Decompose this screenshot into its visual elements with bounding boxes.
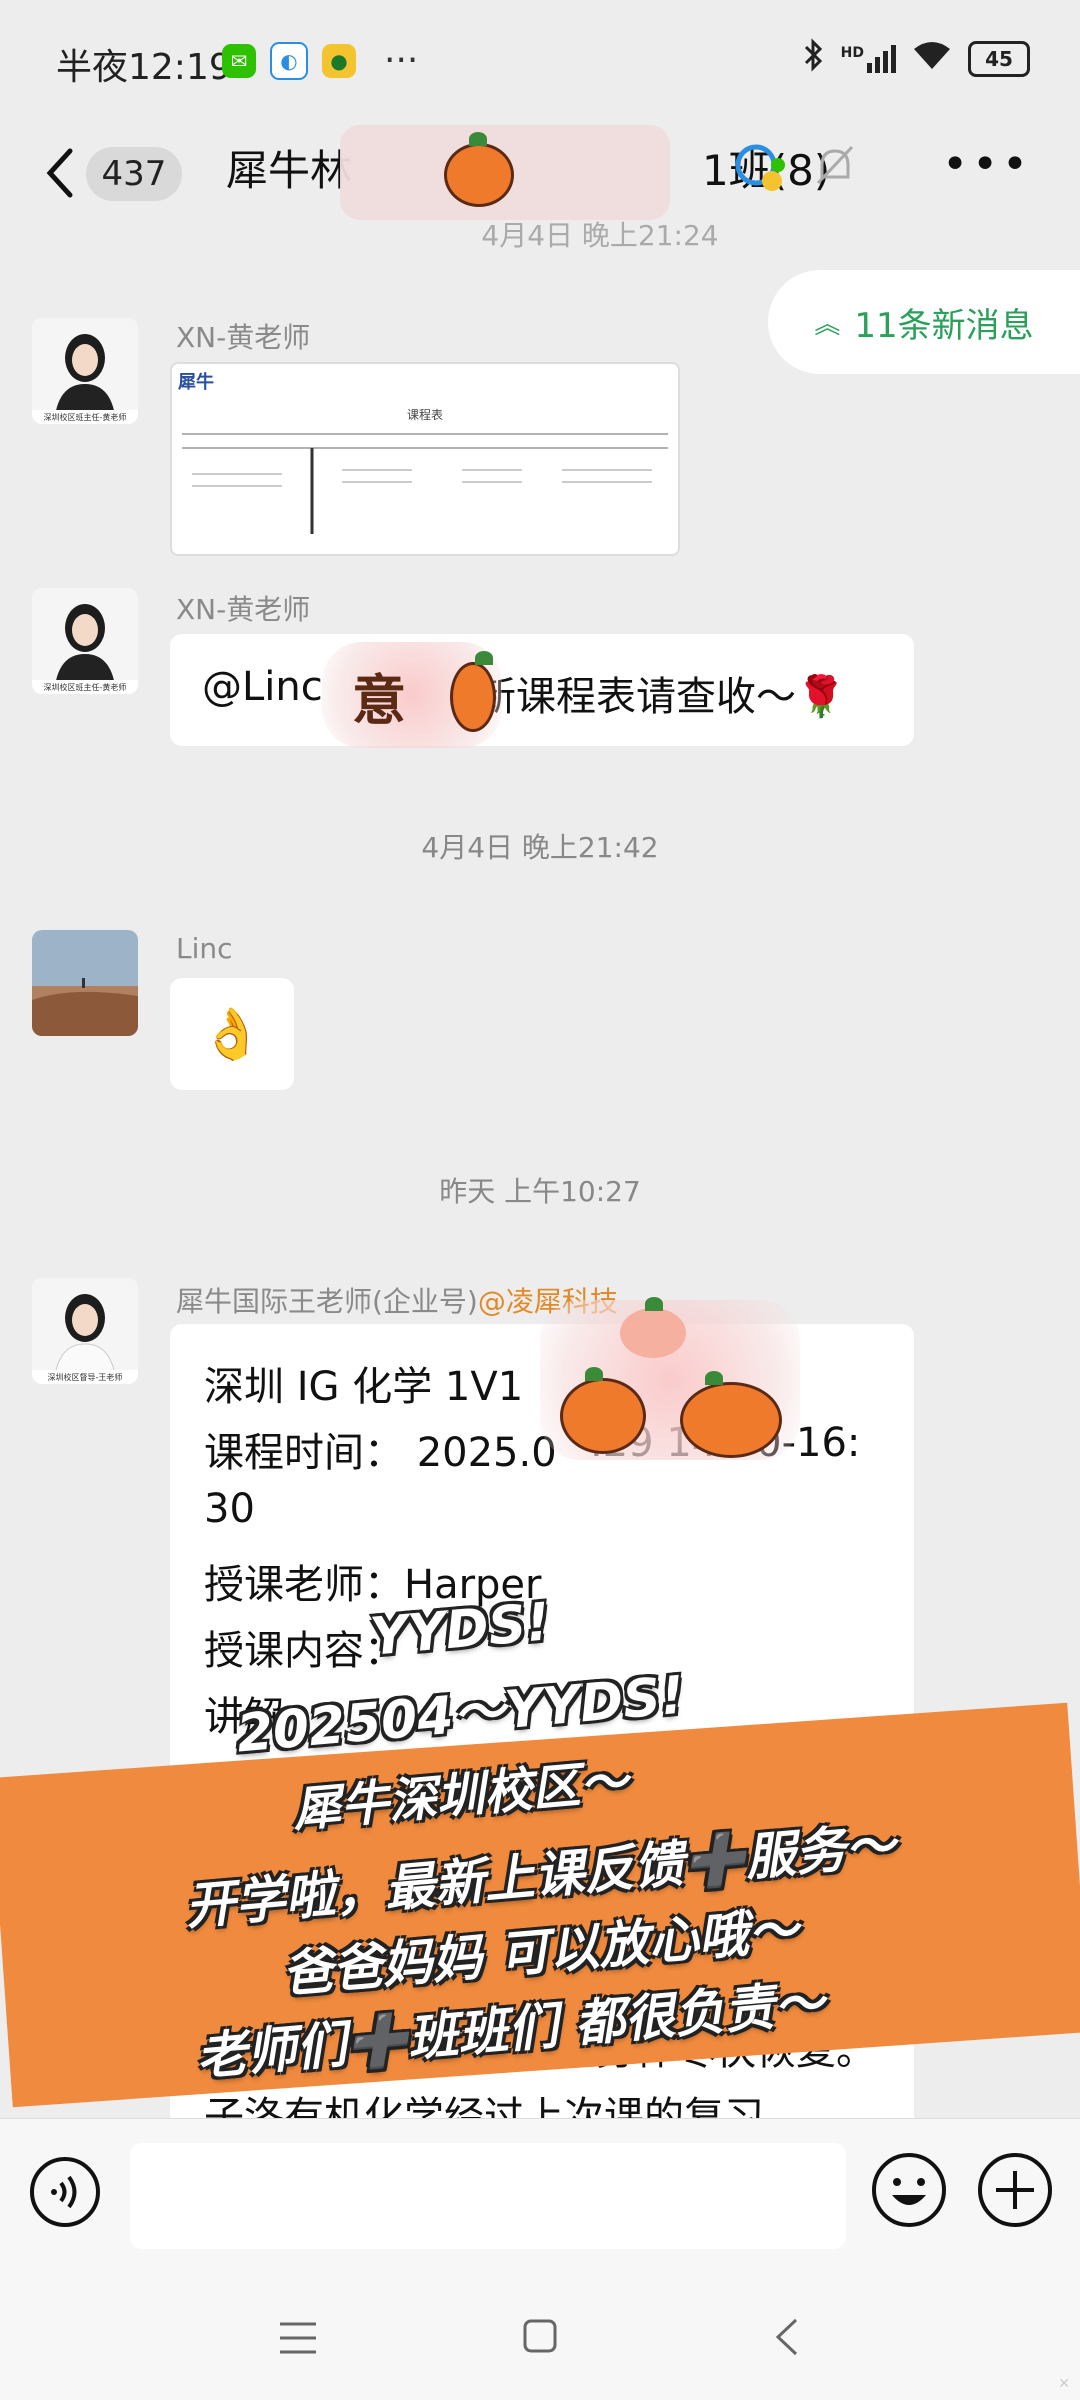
schedule-table-thumbnail: [182, 433, 668, 534]
wifi-icon: [912, 39, 952, 78]
sender-name: Linc: [176, 932, 233, 965]
status-time: 半夜12:19: [56, 47, 232, 88]
message-input[interactable]: [130, 2143, 846, 2249]
system-navigation-bar: ✕: [0, 2268, 1080, 2400]
more-options-icon[interactable]: •••: [942, 143, 1032, 187]
privacy-sticker: [540, 1297, 800, 1460]
chat-header: 437 犀牛林 1班(8) •••: [0, 125, 1080, 225]
timestamp: 4月4日 晚上21:42: [421, 831, 659, 864]
persimmon-sticker-icon: [680, 1371, 782, 1458]
avatar-caption: 深圳校区督导-王老师: [47, 1373, 123, 1382]
emoji-message[interactable]: 👌: [170, 978, 294, 1090]
persimmon-sticker-icon: [620, 1297, 686, 1358]
persimmon-sticker-icon: [444, 132, 514, 207]
status-indicators: HD 45: [803, 38, 1030, 79]
emoji-icon[interactable]: [870, 2151, 948, 2229]
back-arrow-icon[interactable]: [40, 143, 80, 203]
persimmon-sticker-icon: [560, 1367, 646, 1454]
teacher-portrait-icon: [32, 318, 138, 424]
sender-name: XN-黄老师: [176, 593, 311, 626]
battery-icon: 45: [968, 40, 1030, 77]
avatar[interactable]: 深圳校区班主任-黄老师: [32, 588, 138, 694]
message-input-bar: [0, 2118, 1080, 2269]
status-app-icons: ✉ ◐ ● ···: [222, 42, 418, 80]
add-attachment-icon[interactable]: [976, 2151, 1054, 2229]
avatar[interactable]: 深圳校区班主任-黄老师: [32, 318, 138, 424]
privacy-sticker: 意: [322, 642, 502, 748]
avatar-caption: 深圳校区班主任-黄老师: [43, 413, 127, 422]
new-messages-button[interactable]: ︽ 11条新消息: [768, 270, 1080, 374]
text-message[interactable]: @Linc 新课程表请查收～🌹: [170, 634, 914, 746]
image-logo: 犀牛: [178, 372, 214, 393]
back-icon[interactable]: [772, 2316, 802, 2358]
double-chevron-up-icon: ︽: [814, 309, 841, 340]
teacher-portrait-icon: [32, 1278, 138, 1384]
more-notifications-icon: ···: [384, 40, 419, 81]
status-bar: 半夜12:19 ✉ ◐ ● ··· HD 45: [0, 0, 1080, 125]
avatar[interactable]: [32, 930, 138, 1036]
group-chat-icon[interactable]: [728, 135, 792, 199]
mute-bell-icon: [816, 145, 854, 185]
signal-icon: HD: [841, 44, 896, 73]
recent-apps-icon[interactable]: [278, 2320, 318, 2356]
avatar[interactable]: 深圳校区督导-王老师: [32, 1278, 138, 1384]
corner-watermark-logo: ✕: [1058, 2376, 1070, 2392]
timestamp: 昨天 上午10:27: [439, 1175, 641, 1208]
teacher-portrait-icon: [32, 588, 138, 694]
avatar-caption: 深圳校区班主任-黄老师: [43, 683, 127, 692]
bluetooth-icon: [803, 38, 825, 79]
image-message[interactable]: 犀牛 课程表: [170, 362, 680, 556]
app-notification-icon-2: ●: [322, 44, 356, 78]
voice-input-icon[interactable]: [28, 2155, 102, 2229]
unread-count-badge[interactable]: 437: [86, 147, 182, 201]
privacy-sticker: [340, 125, 670, 220]
image-title: 课程表: [406, 408, 443, 422]
sender-name: XN-黄老师: [176, 321, 311, 354]
home-icon[interactable]: [522, 2318, 558, 2354]
landscape-avatar-icon: [32, 930, 138, 1036]
timestamp: 4月4日 晚上21:24: [481, 219, 719, 252]
persimmon-sticker-icon: [450, 651, 496, 732]
wechat-icon: ✉: [222, 44, 256, 78]
app-notification-icon: ◐: [270, 42, 308, 80]
